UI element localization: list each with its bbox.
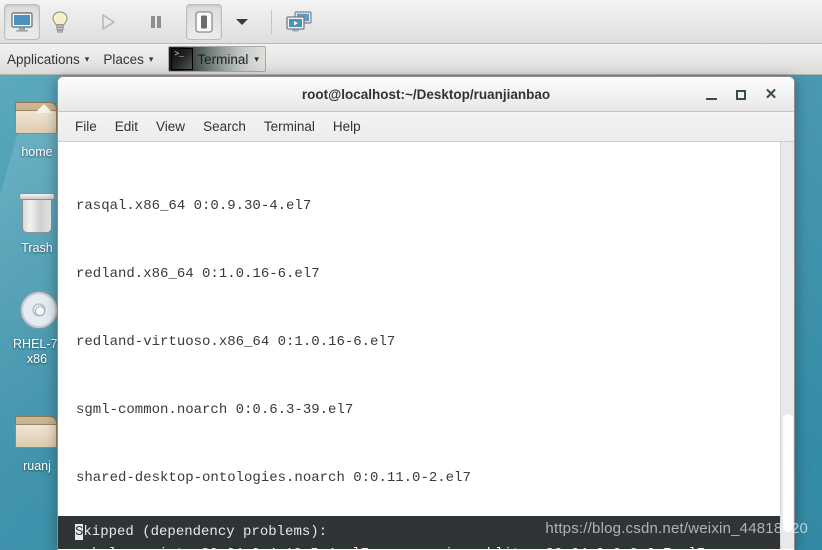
terminal-line: redland-virtuoso.x86_64 0:1.0.16-6.el7: [76, 334, 396, 350]
display-monitor-button[interactable]: [4, 3, 40, 40]
menu-item-view[interactable]: View: [147, 117, 194, 136]
skipped-entry-right: qimageblitz.x86_64 0:0.0.6-7.el7: [436, 546, 705, 549]
menu-item-edit[interactable]: Edit: [106, 117, 147, 136]
terminal-line: sgml-common.noarch 0:0.6.3-39.el7: [76, 402, 354, 418]
menu-item-search[interactable]: Search: [194, 117, 255, 136]
taskbar-item-terminal[interactable]: >_ Terminal ▾: [168, 46, 266, 72]
terminal-line: redland.x86_64 0:1.0.16-6.el7: [76, 266, 320, 282]
pause-icon: [151, 15, 161, 28]
monitor-icon: [11, 11, 33, 32]
terminal-icon: >_: [171, 48, 194, 70]
toolbar-divider: [271, 9, 272, 34]
skipped-dependency-block: Skipped (dependency problems): kolourpai…: [58, 516, 794, 549]
hint-lightbulb-button[interactable]: [42, 4, 78, 40]
chevron-down-icon: ▾: [84, 53, 90, 64]
terminal-window: root@localhost:~/Desktop/ruanjianbao ✕ F…: [57, 76, 795, 550]
lightbulb-icon: [52, 10, 68, 33]
trash-icon: [13, 192, 61, 238]
maximize-button[interactable]: [726, 80, 756, 110]
terminal-line: shared-desktop-ontologies.noarch 0:0.11.…: [76, 470, 471, 486]
panel-menu-places[interactable]: Places ▾: [96, 44, 160, 74]
minimize-button[interactable]: [696, 80, 726, 110]
taskbar-item-terminal-label: Terminal: [197, 51, 249, 67]
close-button[interactable]: ✕: [756, 80, 786, 110]
device-button[interactable]: [186, 3, 222, 40]
skipped-entry-left: kolourpaint.x86_64 0:4.10.5-4.el7: [75, 546, 369, 549]
window-title: root@localhost:~/Desktop/ruanjianbao: [301, 86, 551, 102]
rhel-dvd-icon: [13, 288, 61, 334]
terminal-output-area[interactable]: rasqal.x86_64 0:0.9.30-4.el7 redland.x86…: [58, 142, 794, 549]
terminal-line: rasqal.x86_64 0:0.9.30-4.el7: [76, 198, 312, 214]
vm-toolbar: [0, 0, 822, 44]
terminal-scrollbar-thumb[interactable]: [783, 414, 793, 532]
window-controls: ✕: [696, 77, 786, 112]
menu-item-file[interactable]: File: [66, 117, 106, 136]
panel-menu-applications-label: Applications: [7, 51, 80, 67]
skipped-header-line: Skipped (dependency problems):: [75, 521, 794, 543]
terminal-text: rasqal.x86_64 0:0.9.30-4.el7 redland.x86…: [58, 142, 471, 549]
skipped-entry-line: kolourpaint.x86_64 0:4.10.5-4.el7 qimage…: [75, 543, 794, 549]
ruanjianbao-folder-icon: [13, 410, 61, 456]
play-button[interactable]: [90, 4, 126, 40]
panel-menu-places-label: Places: [103, 51, 144, 67]
menu-item-terminal[interactable]: Terminal: [255, 117, 324, 136]
close-icon: ✕: [764, 86, 778, 103]
terminal-scrollbar[interactable]: [780, 142, 794, 549]
chevron-down-icon: [236, 18, 248, 25]
window-title-bar[interactable]: root@localhost:~/Desktop/ruanjianbao ✕: [58, 77, 794, 112]
menu-bar: File Edit View Search Terminal Help: [58, 112, 794, 142]
chevron-down-icon: ▾: [148, 53, 154, 64]
device-icon: [195, 10, 213, 33]
dropdown-button[interactable]: [224, 4, 260, 40]
home-folder-icon: [13, 96, 61, 142]
pause-button[interactable]: [138, 4, 174, 40]
play-icon: [102, 13, 115, 30]
gnome-panel: Applications ▾ Places ▾ >_ Terminal ▾: [0, 44, 822, 75]
menu-item-help[interactable]: Help: [324, 117, 370, 136]
panel-menu-applications[interactable]: Applications ▾: [0, 44, 96, 74]
multi-monitor-button[interactable]: [281, 4, 317, 40]
maximize-icon: [736, 89, 746, 100]
skipped-entry-gap: [369, 546, 436, 549]
screen: home Trash RHEL-7. x86 ruanj Application…: [0, 0, 822, 550]
multi-monitor-icon: [286, 10, 312, 31]
minimize-icon: [705, 97, 717, 100]
chevron-down-icon: ▾: [254, 53, 259, 64]
skipped-header-text: kipped (dependency problems):: [83, 524, 328, 540]
